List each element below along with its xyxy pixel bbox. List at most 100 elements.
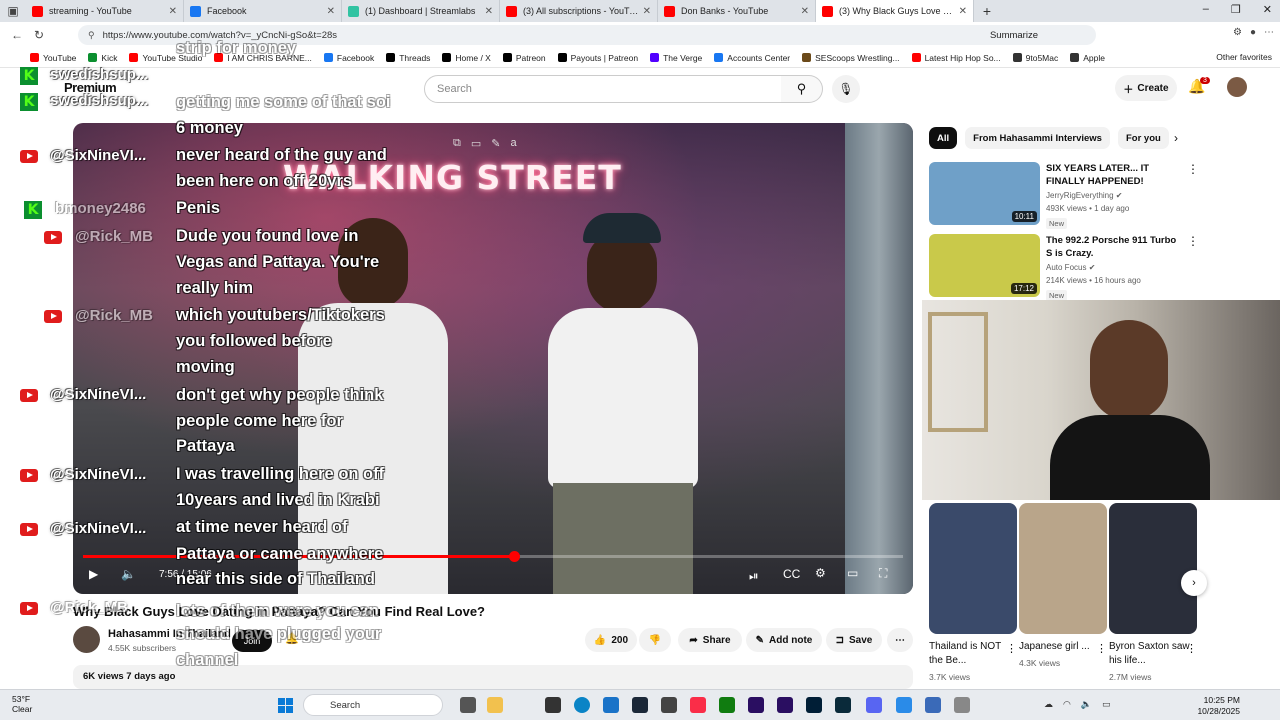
share-button[interactable]: ➦ Share	[678, 628, 742, 652]
video-title[interactable]: SIX YEARS LATER... IT FINALLY HAPPENED!	[1046, 162, 1181, 188]
app-icon[interactable]	[925, 697, 941, 713]
battery-icon[interactable]: ▭	[1102, 699, 1111, 710]
summarize-button[interactable]: Summarize	[990, 30, 1038, 41]
theater-icon[interactable]: ▭	[847, 566, 858, 580]
more-options-icon[interactable]: ⋮	[1187, 162, 1199, 176]
recommended-video[interactable]: 10:11 SIX YEARS LATER... IT FINALLY HAPPE…	[929, 162, 1269, 229]
video-thumbnail[interactable]: 17:12	[929, 234, 1040, 297]
fullscreen-icon[interactable]: ⛶	[879, 566, 887, 581]
bookmark-item[interactable]: Threads	[386, 53, 430, 63]
menu-icon[interactable]: ⋯	[1264, 27, 1274, 38]
account-avatar[interactable]	[1227, 77, 1247, 97]
taskbar-search[interactable]: Search	[303, 694, 443, 716]
dislike-button[interactable]: 👎	[639, 628, 671, 652]
other-favorites[interactable]: Other favorites	[1216, 52, 1272, 62]
app-icon[interactable]	[896, 697, 912, 713]
short-thumbnail[interactable]	[929, 503, 1017, 634]
more-options-icon[interactable]: ⋮	[1187, 234, 1199, 248]
browser-tab[interactable]: (1) Dashboard | Streamlabs ✕	[342, 0, 500, 22]
more-actions-icon[interactable]: ⋯	[887, 628, 913, 652]
edge-icon[interactable]	[574, 697, 590, 713]
bookmark-item[interactable]: Kick	[88, 53, 117, 63]
xbox-icon[interactable]	[719, 697, 735, 713]
onedrive-icon[interactable]: ☁	[1044, 699, 1053, 710]
autoplay-toggle[interactable]: ⏯	[749, 569, 759, 584]
maximize-icon[interactable]: ❐	[1231, 3, 1241, 16]
save-button[interactable]: ⊐ Save	[826, 628, 882, 652]
wifi-icon[interactable]: ◠	[1063, 699, 1071, 710]
speaker-icon[interactable]: 🔈	[1081, 699, 1092, 710]
tab-close-icon[interactable]: ✕	[327, 6, 335, 17]
task-view-icon[interactable]	[460, 697, 476, 713]
steam-icon[interactable]	[632, 697, 648, 713]
recommended-video[interactable]: 17:12 The 992.2 Porsche 911 Turbo S is Cr…	[929, 234, 1269, 301]
windows-start-icon[interactable]	[278, 698, 293, 713]
terminal-icon[interactable]	[545, 697, 561, 713]
like-button[interactable]: 👍 200	[585, 628, 637, 652]
back-icon[interactable]: ←	[6, 28, 28, 42]
new-tab-button[interactable]: +	[974, 3, 1000, 19]
channel-avatar[interactable]	[73, 626, 100, 653]
premiere-icon[interactable]	[748, 697, 764, 713]
bookmark-item[interactable]: SEScoops Wrestling...	[802, 53, 900, 63]
short-thumbnail[interactable]	[1019, 503, 1107, 634]
discord-icon[interactable]	[866, 697, 882, 713]
lightroom-icon[interactable]	[835, 697, 851, 713]
tab-close-icon[interactable]: ✕	[169, 6, 177, 17]
bookmark-item[interactable]: Home / X	[442, 53, 491, 63]
tab-close-icon[interactable]: ✕	[801, 6, 809, 17]
bookmark-item[interactable]: Latest Hip Hop So...	[911, 53, 1001, 63]
close-window-icon[interactable]: ✕	[1263, 3, 1272, 16]
obs-icon[interactable]	[661, 697, 677, 713]
media-encoder-icon[interactable]	[777, 697, 793, 713]
short-item[interactable]: Byron Saxton saw his life... 2.7M views ⋮	[1109, 640, 1197, 682]
bookmark-item[interactable]: The Verge	[650, 53, 702, 63]
reload-icon[interactable]: ↻	[28, 28, 50, 42]
tab-close-icon[interactable]: ✕	[959, 6, 967, 17]
bookmark-item[interactable]: Apple	[1070, 53, 1105, 63]
bookmark-item[interactable]: Payouts | Patreon	[557, 53, 638, 63]
short-thumbnail[interactable]	[1109, 503, 1197, 634]
search-icon[interactable]: ⚲	[781, 75, 823, 103]
play-icon[interactable]: ▶	[89, 567, 98, 581]
filter-chip[interactable]: For you	[1117, 127, 1169, 149]
translate-icon[interactable]: a	[510, 137, 516, 150]
note-icon[interactable]: ✎	[491, 137, 500, 150]
video-thumbnail[interactable]: 10:11	[929, 162, 1040, 225]
mic-icon[interactable]: 🎙	[832, 75, 860, 103]
extension-icon[interactable]: ⚙	[1233, 27, 1242, 38]
browser-tab[interactable]: Don Banks - YouTube ✕	[658, 0, 816, 22]
scrubber-handle[interactable]	[508, 551, 520, 562]
file-explorer-icon[interactable]	[487, 697, 503, 713]
bookmark-item[interactable]: 9to5Mac	[1012, 53, 1058, 63]
tab-close-icon[interactable]: ✕	[643, 6, 651, 17]
browser-tab[interactable]: (3) All subscriptions - YouTube ✕	[500, 0, 658, 22]
filter-chip[interactable]: All	[929, 127, 958, 149]
bookmark-item[interactable]: Patreon	[502, 53, 546, 63]
create-button[interactable]: ＋ Create	[1115, 75, 1177, 101]
store-icon[interactable]	[603, 697, 619, 713]
search-input[interactable]: Search	[424, 75, 782, 103]
photoshop-icon[interactable]	[806, 697, 822, 713]
more-options-icon[interactable]: ⋮	[1096, 642, 1107, 655]
add-note-button[interactable]: ✎ Add note	[746, 628, 822, 652]
bookmark-item[interactable]: Accounts Center	[714, 53, 790, 63]
music-icon[interactable]	[690, 697, 706, 713]
captions-icon[interactable]: CC	[783, 567, 800, 581]
browser-tab[interactable]: streaming - YouTube ✕	[26, 0, 184, 22]
weather-widget[interactable]: 53°F Clear	[12, 694, 32, 714]
short-item[interactable]: Japanese girl ... 4.3K views ⋮	[1019, 640, 1107, 668]
clock[interactable]: 10:25 PM 10/28/2025	[1197, 695, 1240, 717]
profile-icon[interactable]: ●	[1250, 27, 1256, 38]
channel-name[interactable]: JerryRigEverything ✔	[1046, 191, 1123, 200]
browser-tab[interactable]: (3) Why Black Guys Love Dating ✕	[816, 0, 974, 22]
more-options-icon[interactable]: ⋮	[1186, 642, 1197, 655]
settings-icon[interactable]	[954, 697, 970, 713]
browser-tab[interactable]: Facebook ✕	[184, 0, 342, 22]
settings-gear-icon[interactable]: ⚙	[815, 566, 826, 580]
short-item[interactable]: Thailand is NOT the Be... 3.7K views ⋮	[929, 640, 1017, 682]
minimize-icon[interactable]: –	[1203, 3, 1209, 16]
cast-icon[interactable]: ▭	[471, 137, 481, 150]
more-options-icon[interactable]: ⋮	[1006, 642, 1017, 655]
channel-name[interactable]: Auto Focus ✔	[1046, 263, 1095, 272]
